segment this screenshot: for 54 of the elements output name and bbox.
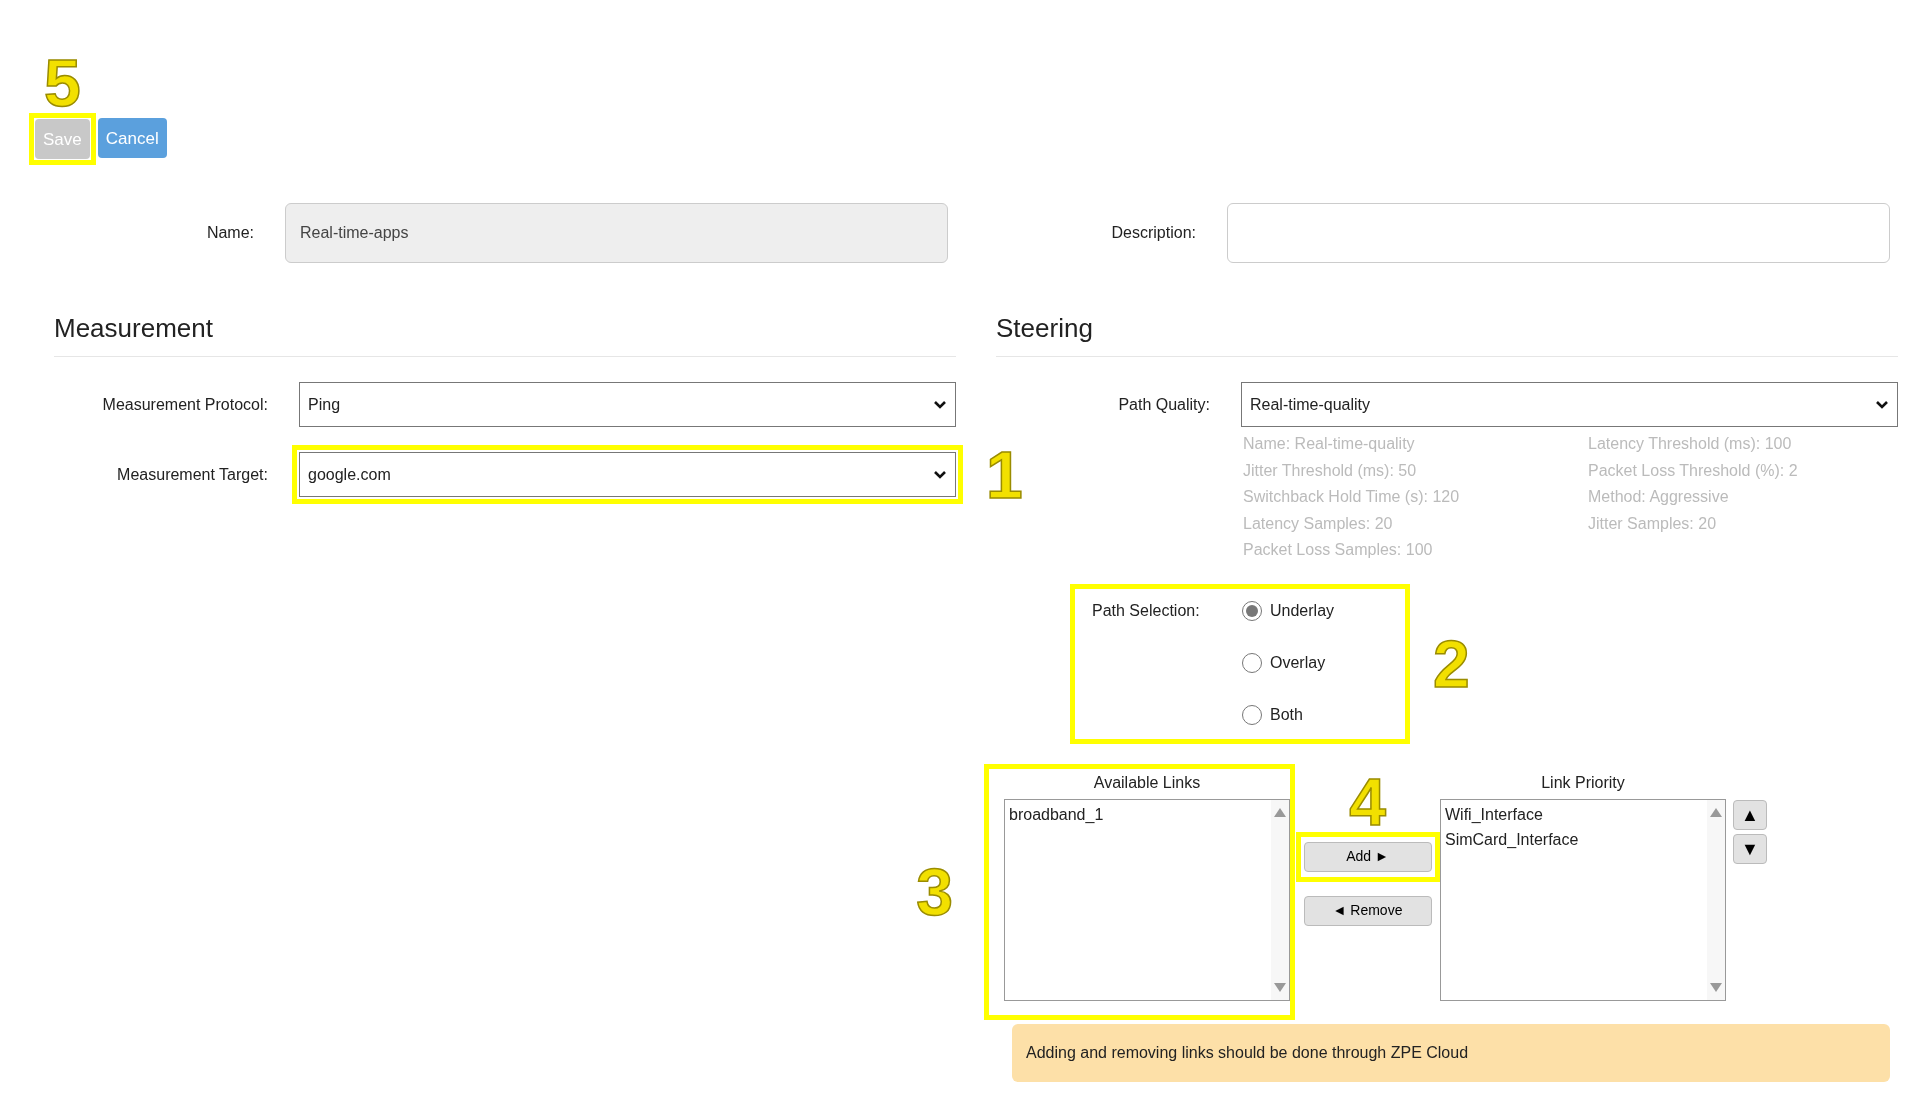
listbox[interactable]: broadband_1 (1004, 798, 1290, 1001)
detail-text: Packet Loss Threshold (%): 2 (1588, 460, 1798, 481)
add-button[interactable]: Add ► (1303, 841, 1432, 872)
detail-text: Switchback Hold Time (s): 120 (1243, 487, 1461, 507)
description-label: Description: (1110, 223, 1196, 243)
radio-label[interactable]: Both (1270, 702, 1303, 727)
detail-text: Jitter Samples: 20 (1588, 513, 1718, 534)
chevron-down-icon (933, 469, 947, 480)
radio-button[interactable] (1242, 600, 1262, 621)
detail-text: Name: Real-time-quality (1243, 434, 1416, 454)
name-label: Name: (205, 223, 254, 243)
dropdown-value: Ping (308, 394, 341, 415)
radio-label[interactable]: Underlay (1270, 598, 1335, 623)
chevron-down-icon (1875, 399, 1889, 410)
remove-button[interactable]: ◄ Remove (1303, 895, 1432, 926)
dropdown[interactable]: Ping (299, 382, 956, 427)
listbox[interactable]: Wifi_Interface SimCard_Interface (1440, 798, 1726, 1001)
callout-number: 1 (986, 441, 1023, 508)
description-field[interactable] (1227, 203, 1890, 263)
callout-number: 3 (916, 858, 953, 925)
callout-number: 2 (1433, 630, 1470, 697)
list-title: Link Priority (1541, 772, 1625, 793)
section-heading: Measurement (54, 309, 956, 357)
detail-text: Packet Loss Samples: 100 (1243, 540, 1434, 560)
move-up-button[interactable]: ▲ (1733, 799, 1767, 830)
detail-text: Method: Aggressive (1588, 487, 1730, 507)
section-heading: Steering (996, 309, 1898, 357)
dropdown[interactable]: google.com (299, 452, 956, 497)
list-item[interactable]: Wifi_Interface (1445, 801, 1703, 827)
field-label: Measurement Protocol: (101, 394, 268, 415)
scroll-down-icon[interactable] (1710, 982, 1722, 992)
radio-button[interactable] (1242, 704, 1262, 725)
radio-button[interactable] (1242, 652, 1262, 673)
callout-number: 4 (1349, 768, 1386, 835)
list-title: Available Links (1093, 772, 1201, 793)
detail-text: Latency Samples: 20 (1243, 513, 1394, 534)
dropdown[interactable]: Real-time-quality (1241, 382, 1898, 427)
chevron-down-icon (933, 399, 947, 410)
list-item[interactable]: SimCard_Interface (1445, 826, 1703, 852)
list-item[interactable]: broadband_1 (1009, 801, 1267, 827)
field-label: Path Quality: (1117, 394, 1210, 415)
radio-label[interactable]: Overlay (1270, 650, 1326, 675)
move-down-button[interactable]: ▼ (1733, 833, 1767, 864)
dropdown-value: Real-time-quality (1250, 394, 1371, 415)
scroll-up-icon[interactable] (1274, 807, 1286, 817)
info-alert: Adding and removing links should be done through ZPE Cloud (1012, 1023, 1890, 1082)
field-label: Measurement Target: (116, 464, 268, 485)
scroll-down-icon[interactable] (1274, 982, 1286, 992)
detail-text: Latency Threshold (ms): 100 (1588, 434, 1793, 454)
field-label: Path Selection: (1092, 600, 1201, 621)
scroll-up-icon[interactable] (1710, 807, 1722, 817)
callout-number: 5 (44, 50, 81, 116)
detail-text: Jitter Threshold (ms): 50 (1243, 460, 1418, 481)
dropdown-value: google.com (308, 464, 391, 485)
